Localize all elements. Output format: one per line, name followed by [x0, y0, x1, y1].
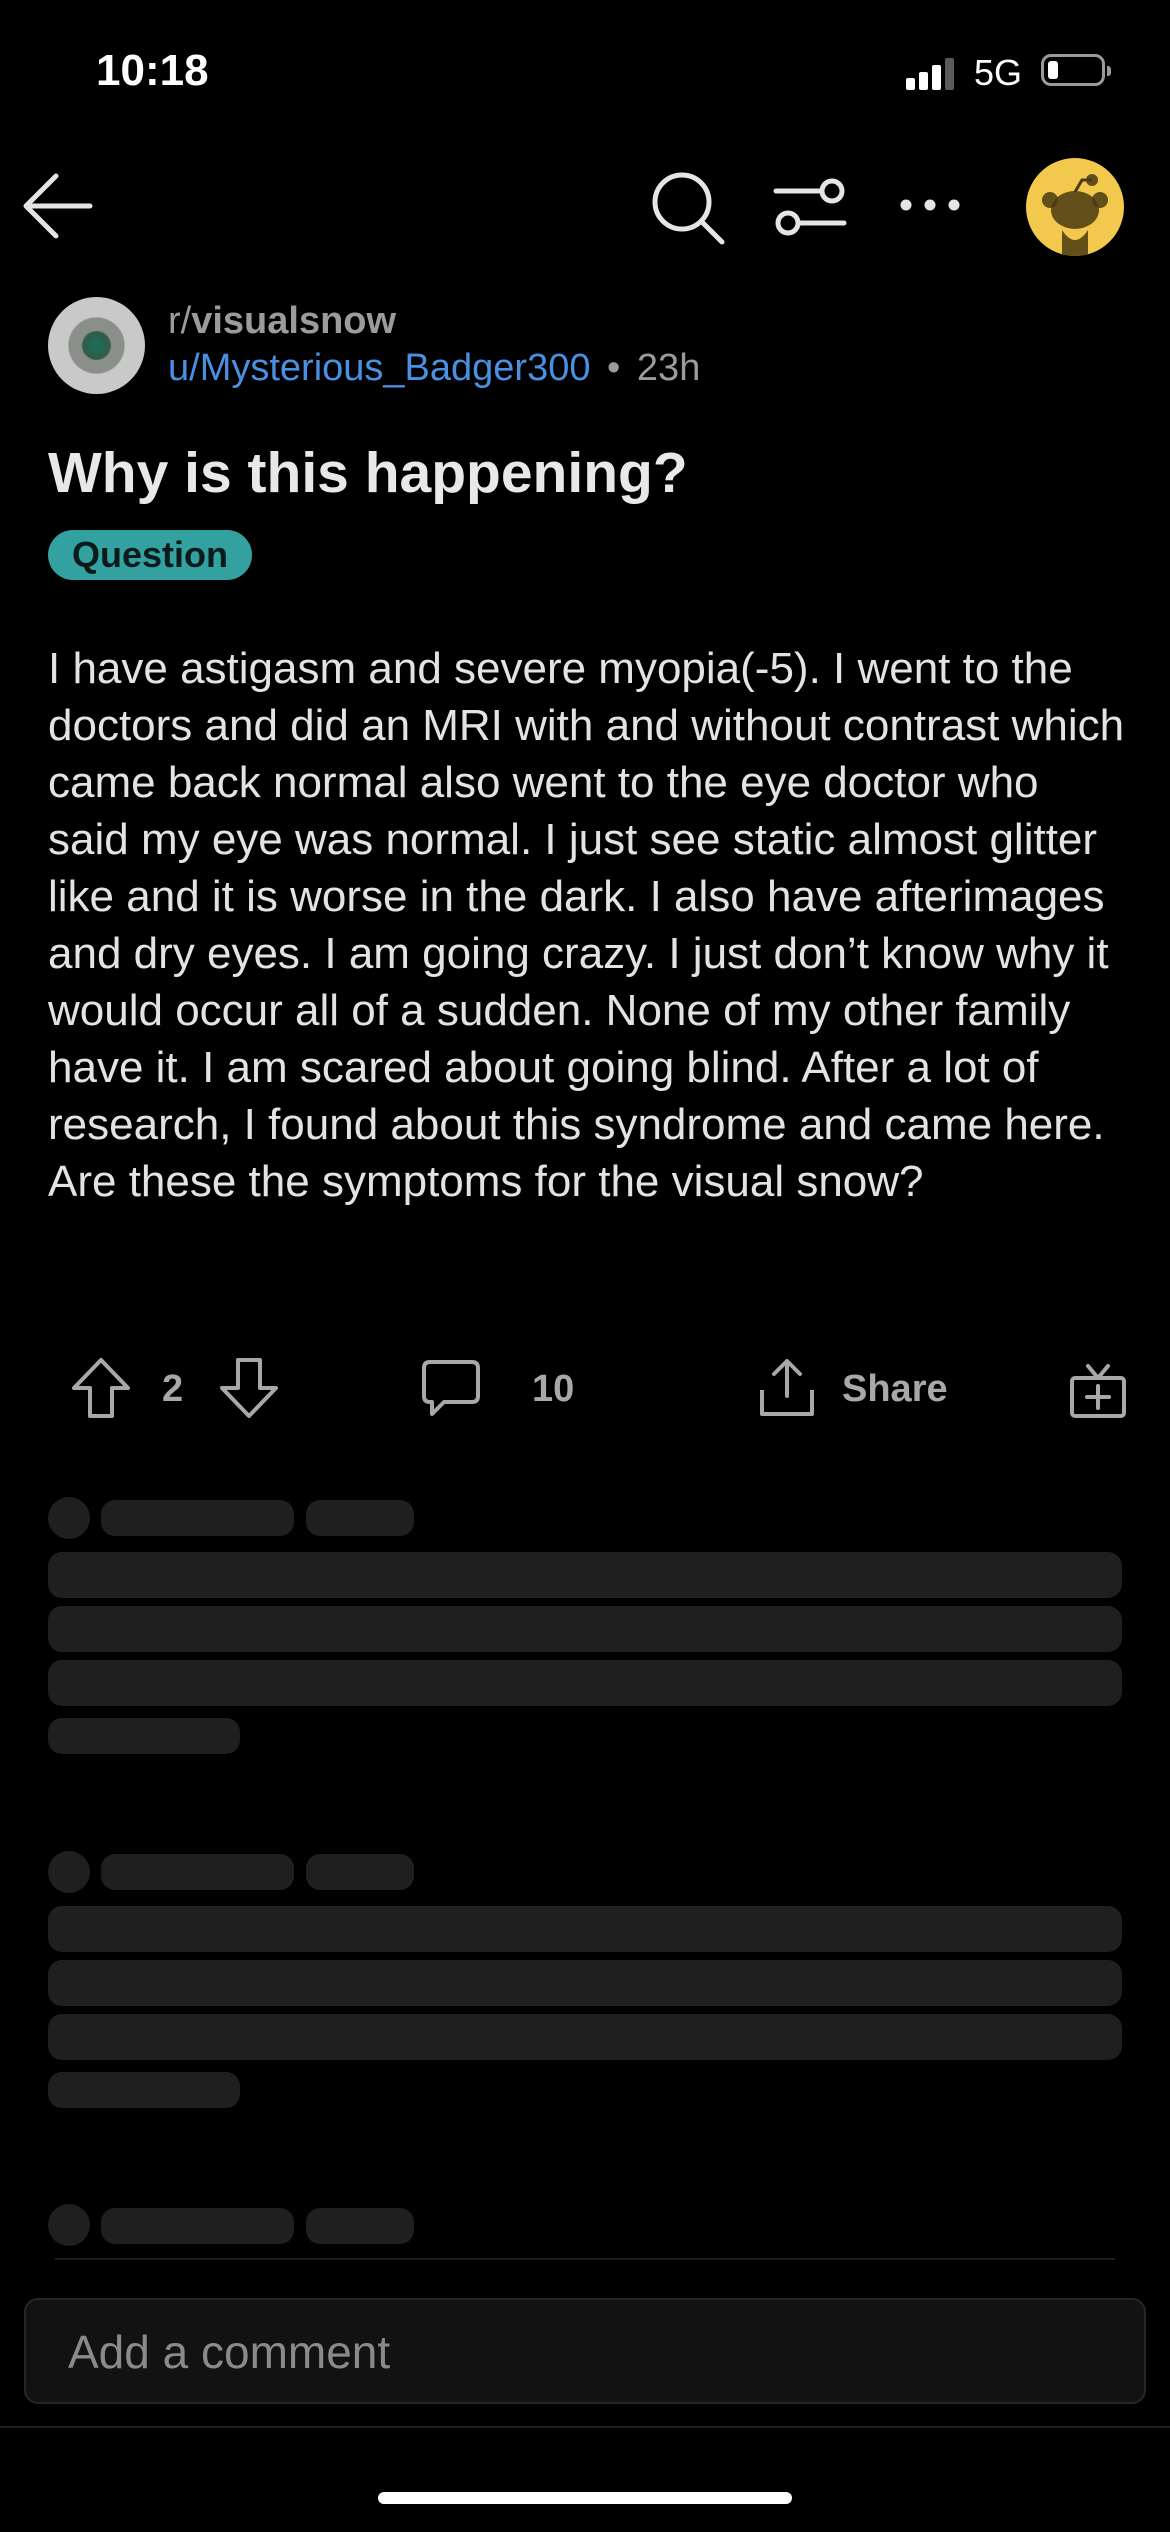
skeleton-avatar	[48, 1497, 90, 1539]
skeleton-line	[48, 2072, 240, 2108]
share-label: Share	[842, 1368, 948, 1410]
skeleton-line	[48, 1718, 240, 1754]
gift-icon	[1070, 1364, 1126, 1418]
comment-count: 10	[532, 1368, 575, 1410]
subreddit-link[interactable]: r/visualsnow	[168, 300, 396, 343]
subreddit-prefix: r/	[168, 300, 192, 342]
network-type: 5G	[974, 52, 1023, 93]
snoo-avatar-icon	[1042, 174, 1108, 256]
upvote-button[interactable]	[70, 1356, 132, 1420]
skeleton-line	[48, 1606, 1122, 1652]
author-link[interactable]: u/Mysterious_Badger300	[168, 347, 590, 389]
skeleton-line	[306, 2208, 414, 2244]
skeleton-line	[306, 1500, 414, 1536]
post-title: Why is this happening?	[48, 441, 688, 505]
skeleton-avatar	[48, 2204, 90, 2246]
post-meta: u/Mysterious_Badger300 • 23h	[168, 347, 700, 390]
search-icon	[652, 172, 725, 245]
share-button[interactable]: Share	[756, 1356, 956, 1420]
more-options-button[interactable]	[896, 192, 964, 218]
comment-bubble-icon	[422, 1360, 480, 1416]
home-indicator[interactable]	[378, 2492, 792, 2504]
meta-separator: •	[607, 347, 621, 389]
cellular-signal-icon	[906, 56, 956, 90]
arrow-left-icon	[23, 173, 93, 239]
skeleton-line	[48, 2014, 1122, 2060]
comments-button[interactable]	[420, 1358, 482, 1420]
search-button[interactable]	[648, 168, 728, 248]
skeleton-line	[306, 1854, 414, 1890]
skeleton-line	[101, 1854, 294, 1890]
skeleton-line	[48, 1960, 1122, 2006]
subreddit-name: visualsnow	[191, 300, 397, 342]
subreddit-avatar[interactable]	[48, 297, 145, 394]
comment-input[interactable]	[66, 2300, 1110, 2404]
skeleton-line	[48, 1552, 1122, 1598]
battery-icon	[1041, 54, 1111, 86]
skeleton-line	[101, 2208, 294, 2244]
downvote-arrow-icon	[220, 1358, 278, 1418]
filter-button[interactable]	[772, 176, 848, 238]
user-avatar-button[interactable]	[1026, 158, 1124, 256]
share-icon	[760, 1359, 814, 1416]
more-horizontal-icon	[900, 199, 960, 211]
skeleton-line	[48, 1906, 1122, 1952]
upvote-arrow-icon	[72, 1358, 130, 1418]
skeleton-avatar	[48, 1851, 90, 1893]
divider	[0, 2426, 1170, 2428]
downvote-button[interactable]	[218, 1356, 280, 1420]
skeleton-line	[101, 1500, 294, 1536]
post-age: 23h	[636, 347, 701, 389]
back-button[interactable]	[20, 170, 100, 242]
divider	[55, 2258, 1115, 2260]
post-body: I have astigasm and severe myopia(-5). I…	[48, 644, 1125, 1206]
skeleton-line	[48, 1660, 1122, 1706]
vote-count: 2	[162, 1368, 184, 1410]
post-flair[interactable]: Question	[48, 530, 253, 580]
status-time: 10:18	[96, 46, 209, 95]
sliders-icon	[773, 178, 847, 236]
award-button[interactable]	[1068, 1360, 1128, 1420]
comment-composer[interactable]	[24, 2298, 1146, 2404]
